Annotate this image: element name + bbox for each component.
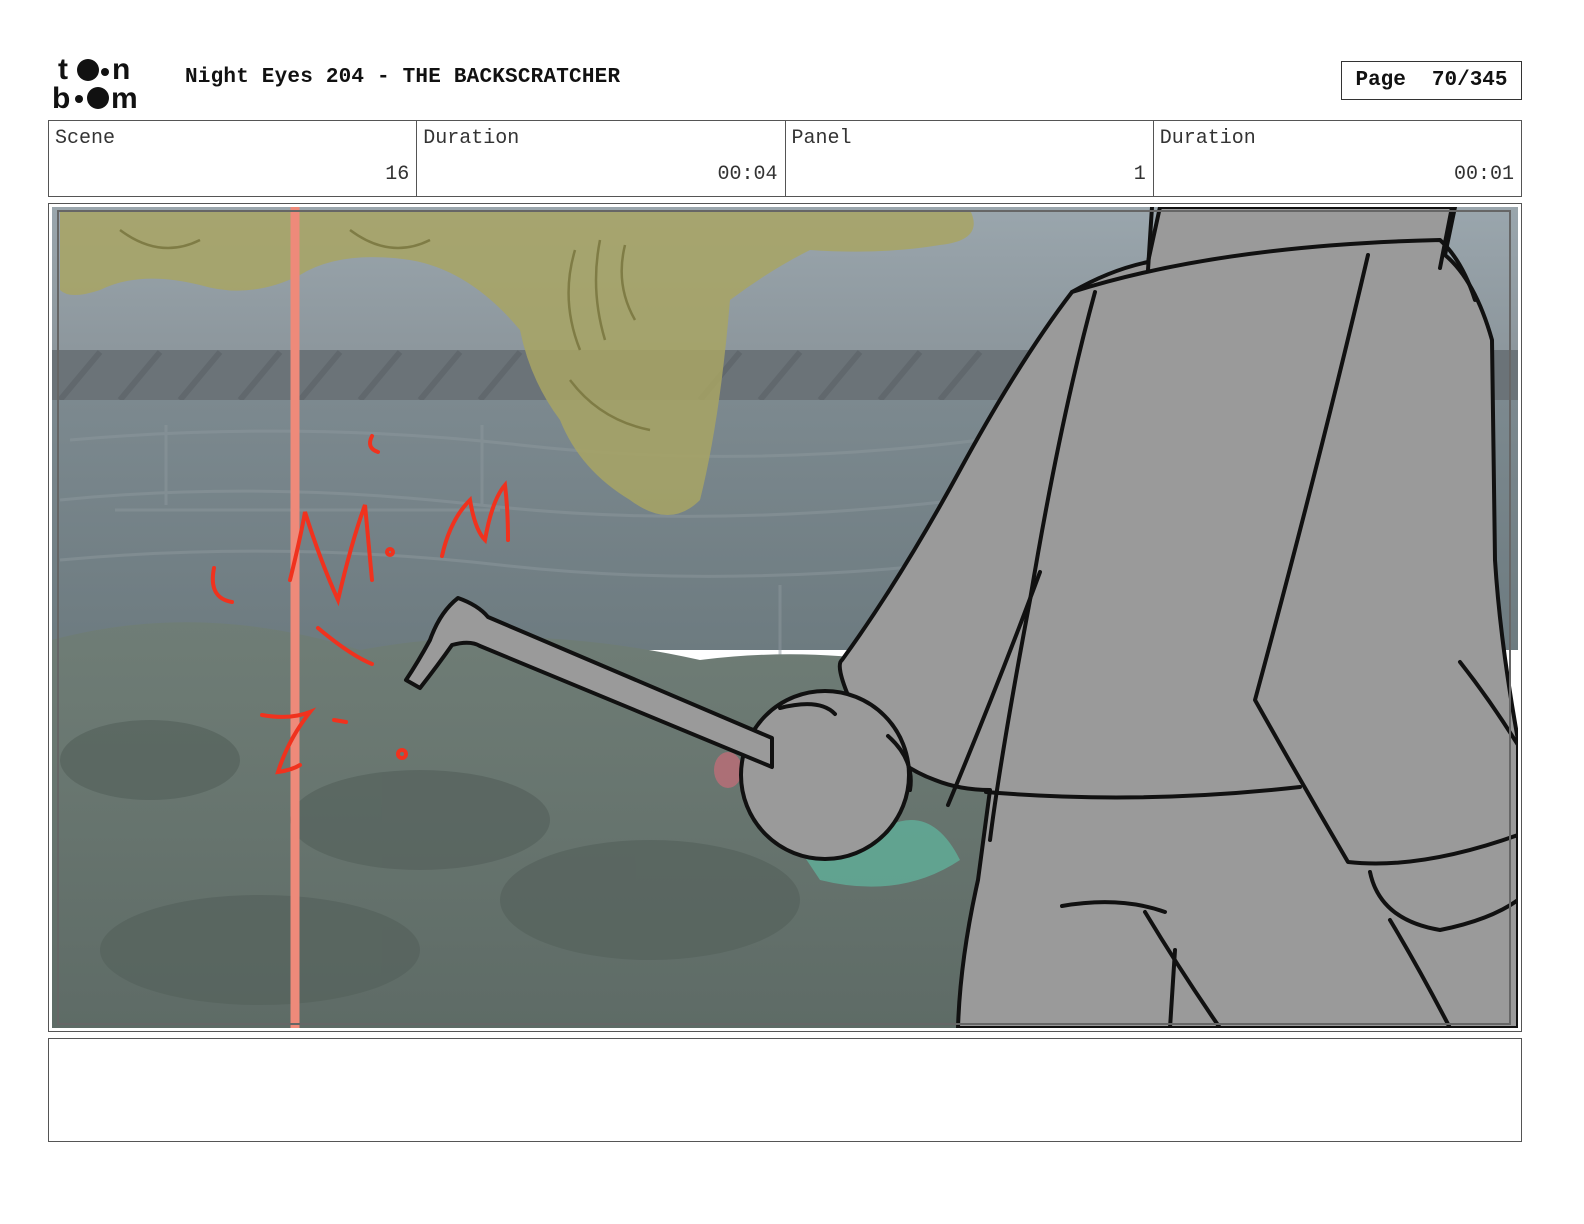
scene-duration-label: Duration bbox=[423, 127, 520, 150]
panel-value: 1 bbox=[1133, 163, 1146, 186]
scene-value: 16 bbox=[385, 163, 410, 186]
scene-label: Scene bbox=[55, 127, 116, 150]
scene-cell: Scene 16 bbox=[49, 121, 418, 196]
storyboard-panel-drawing bbox=[52, 207, 1518, 1028]
svg-text:m: m bbox=[111, 82, 138, 112]
panel-duration-value: 00:01 bbox=[1453, 163, 1514, 186]
panel-label: Panel bbox=[791, 127, 852, 150]
panel-duration-cell: Duration 00:01 bbox=[1154, 121, 1521, 196]
storyboard-title: Night Eyes 204 - THE BACKSCRATCHER bbox=[185, 66, 621, 89]
panel-duration-label: Duration bbox=[1159, 127, 1256, 150]
scene-duration-value: 00:04 bbox=[717, 163, 778, 186]
scene-duration-cell: Duration 00:04 bbox=[417, 121, 786, 196]
page-label: Page bbox=[1355, 69, 1406, 92]
toon-boom-logo: t n b m bbox=[52, 53, 138, 112]
svg-text:b: b bbox=[52, 82, 70, 112]
page-number: 70/345 bbox=[1431, 69, 1508, 92]
panel-info-table: Scene 16 Duration 00:04 Panel 1 Duration… bbox=[48, 120, 1522, 197]
panel-notes-box bbox=[48, 1038, 1522, 1142]
page-indicator: Page 70/345 bbox=[1341, 61, 1522, 100]
panel-cell: Panel 1 bbox=[786, 121, 1154, 196]
